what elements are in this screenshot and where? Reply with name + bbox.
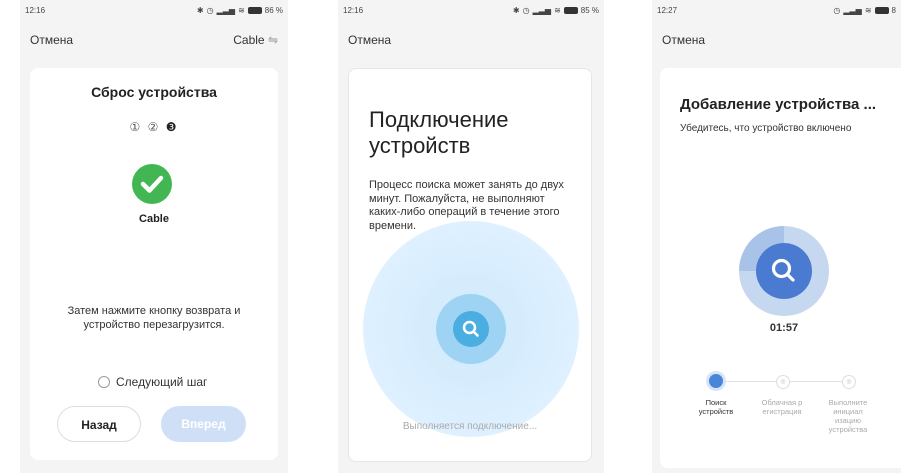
connecting-card: Подключение устройств Процесс поиска мож… (348, 68, 592, 462)
step-2-label: Облачная р егистрация (761, 398, 803, 416)
device-name: Cable (139, 213, 169, 225)
signal-icon: ▂▃▅ (532, 5, 552, 15)
alarm-icon: ◷ (522, 5, 530, 15)
step-indicator: ① ② ❸ (30, 120, 278, 134)
back-button[interactable]: Назад (57, 406, 141, 442)
step-2: ② (147, 120, 161, 134)
alarm-icon: ◷ (833, 5, 841, 15)
connecting-screen: 12:16 ✱ ◷ ▂▃▅ ≋ 85 % Отмена Подключение … (338, 0, 604, 473)
cancel-button[interactable]: Отмена (30, 33, 73, 47)
battery-icon (247, 6, 262, 14)
wifi-icon: ≋ (864, 5, 872, 15)
connection-status: Выполняется подключение... (402, 421, 538, 432)
search-icon (453, 311, 489, 347)
signal-icon: ▂▃▅ (843, 5, 862, 15)
status-bar: 12:16 ✱ ◷ ▂▃▅ ≋ 86 % (20, 0, 288, 20)
success-check-icon (132, 164, 172, 204)
reset-instruction: Затем нажмите кнопку возврата и устройст… (67, 305, 241, 331)
reset-card: Сброс устройства ① ② ❸ Cable Затем нажми… (30, 68, 278, 460)
page-title: Сброс устройства (91, 84, 217, 100)
top-bar: Отмена (338, 20, 604, 60)
alarm-icon: ◷ (206, 5, 214, 15)
status-time: 12:16 (343, 5, 364, 15)
battery-level: 8 (891, 5, 896, 15)
battery-level: 85 % (580, 5, 599, 15)
status-bar: 12:27 ◷ ▂▃▅ ≋ 8 (652, 0, 901, 20)
adding-device-screen: 12:27 ◷ ▂▃▅ ≋ 8 Отмена Добавление устрой… (652, 0, 901, 473)
cable-label: Cable (233, 33, 265, 47)
next-step-label: Следующий шаг (116, 375, 208, 389)
page-title: Добавление устройства ... (680, 96, 877, 113)
signal-icon: ▂▃▅ (216, 5, 236, 15)
countdown-timer: 01:57 (769, 322, 799, 334)
swap-icon: ⇋ (267, 33, 278, 47)
step-3-active: ❸ (165, 120, 179, 134)
reset-device-screen: 12:16 ✱ ◷ ▂▃▅ ≋ 86 % Отмена Cable ⇋ Сбро… (20, 0, 288, 473)
wifi-icon: ≋ (554, 5, 561, 15)
connection-type[interactable]: Cable ⇋ (233, 33, 278, 47)
status-time: 12:27 (657, 5, 678, 15)
page-subtitle: Убедитесь, что устройство включено (680, 123, 852, 134)
bluetooth-icon: ✱ (512, 5, 520, 15)
battery-icon (563, 6, 578, 14)
step-3-label: Выполните инициал изацию устройства (828, 398, 868, 434)
adding-card: Добавление устройства ... Убедитесь, что… (660, 68, 901, 468)
battery-icon (874, 6, 889, 14)
step-1: ① (129, 120, 143, 134)
next-step-option[interactable]: Следующий шаг (98, 375, 207, 389)
status-time: 12:16 (25, 5, 46, 15)
status-bar: 12:16 ✱ ◷ ▂▃▅ ≋ 85 % (338, 0, 604, 20)
step-1-label: Поиск устройств (698, 398, 734, 416)
page-title: Подключение устройств (369, 107, 509, 158)
search-icon (756, 243, 812, 299)
cancel-button[interactable]: Отмена (348, 33, 391, 47)
forward-button[interactable]: Вперед (161, 406, 246, 442)
radio-circle[interactable] (98, 376, 110, 388)
step-2-marker: ◎ (776, 375, 790, 389)
battery-level: 86 % (264, 5, 283, 15)
wifi-icon: ≋ (238, 5, 245, 15)
top-bar: Отмена (652, 20, 901, 60)
step-1-marker (709, 374, 723, 388)
top-bar: Отмена Cable ⇋ (20, 20, 288, 60)
step-3-marker: ◎ (842, 375, 856, 389)
cancel-button[interactable]: Отмена (662, 33, 705, 47)
bluetooth-icon: ✱ (196, 5, 204, 15)
